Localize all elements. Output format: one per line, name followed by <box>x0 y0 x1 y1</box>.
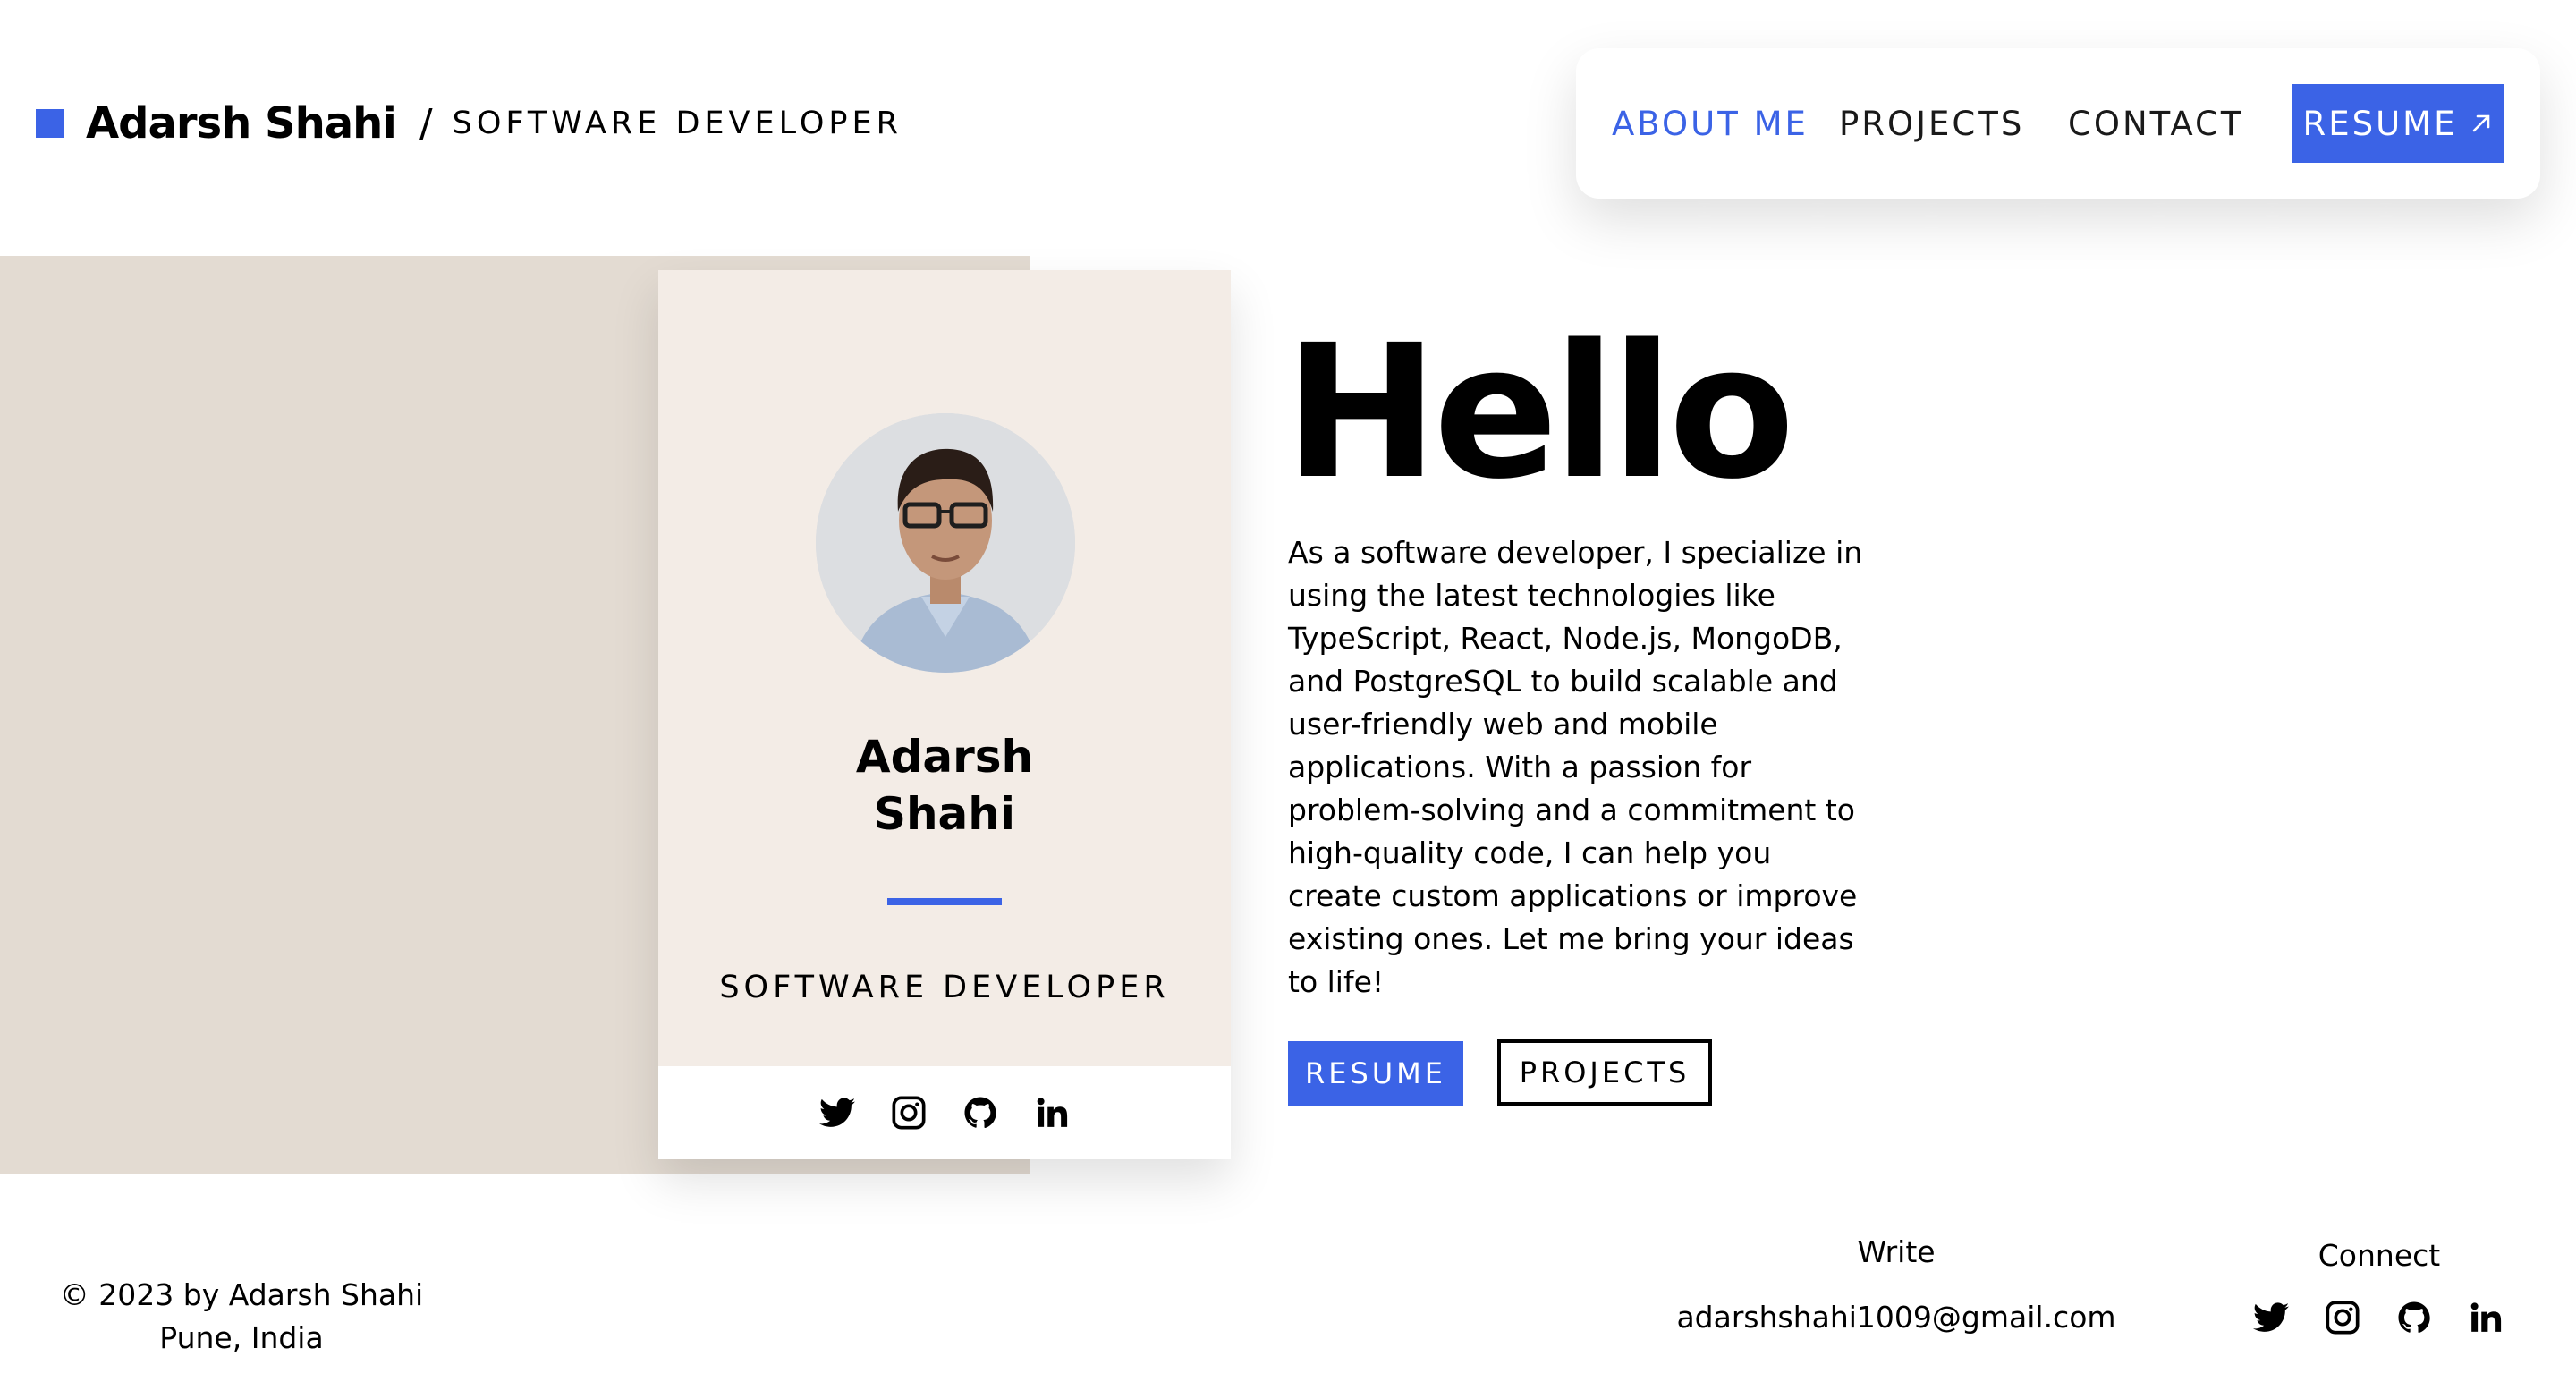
card-name-first: Adarsh <box>855 731 1034 783</box>
linkedin-icon[interactable] <box>2467 1299 2504 1336</box>
nav-resume-button[interactable]: RESUME <box>2292 84 2504 163</box>
arrow-up-right-icon <box>2473 114 2490 132</box>
top-nav: ABOUT ME PROJECTS CONTACT RESUME <box>1576 48 2540 199</box>
profile-card: Adarsh Shahi SOFTWARE DEVELOPER <box>658 270 1231 1159</box>
avatar <box>816 413 1075 673</box>
nav-resume-label: RESUME <box>2302 104 2458 143</box>
linkedin-icon[interactable] <box>1033 1094 1071 1132</box>
footer-write-label: Write <box>1857 1234 1936 1269</box>
github-icon[interactable] <box>2395 1299 2433 1336</box>
footer-copyright: © 2023 by Adarsh Shahi Pune, India <box>36 1274 447 1360</box>
brand-separator: / <box>419 100 433 147</box>
nav-contact[interactable]: CONTACT <box>2068 48 2243 199</box>
card-name: Adarsh Shahi <box>658 728 1231 843</box>
instagram-icon[interactable] <box>890 1094 928 1132</box>
twitter-icon[interactable] <box>2252 1299 2290 1336</box>
github-icon[interactable] <box>962 1094 999 1132</box>
location-text: Pune, India <box>159 1320 324 1355</box>
card-name-last: Shahi <box>873 788 1016 840</box>
nav-projects[interactable]: PROJECTS <box>1839 48 2024 199</box>
hero-resume-button[interactable]: RESUME <box>1288 1041 1463 1106</box>
card-social-links <box>658 1066 1231 1159</box>
card-role: SOFTWARE DEVELOPER <box>719 970 1170 1005</box>
hero-heading: Hello <box>1284 305 1795 520</box>
twitter-icon[interactable] <box>818 1094 856 1132</box>
brand-name: Adarsh Shahi <box>86 98 397 148</box>
hero-projects-button[interactable]: PROJECTS <box>1497 1039 1712 1106</box>
brand-role: SOFTWARE DEVELOPER <box>452 106 902 141</box>
profile-card-body: Adarsh Shahi SOFTWARE DEVELOPER <box>658 270 1231 1066</box>
nav-about-me[interactable]: ABOUT ME <box>1612 48 1809 199</box>
instagram-icon[interactable] <box>2324 1299 2361 1336</box>
avatar-portrait <box>816 413 1075 673</box>
copyright-text: © 2023 by Adarsh Shahi <box>59 1277 424 1312</box>
footer-connect-label: Connect <box>2318 1238 2441 1273</box>
footer-social-links <box>2252 1299 2504 1336</box>
footer-email-link[interactable]: adarshshahi1009@gmail.com <box>1664 1300 2129 1335</box>
brand[interactable]: Adarsh Shahi / SOFTWARE DEVELOPER <box>36 97 902 150</box>
card-divider <box>887 898 1002 905</box>
hero-bio: As a software developer, I specialize in… <box>1288 535 1863 999</box>
brand-square-icon <box>36 109 64 138</box>
